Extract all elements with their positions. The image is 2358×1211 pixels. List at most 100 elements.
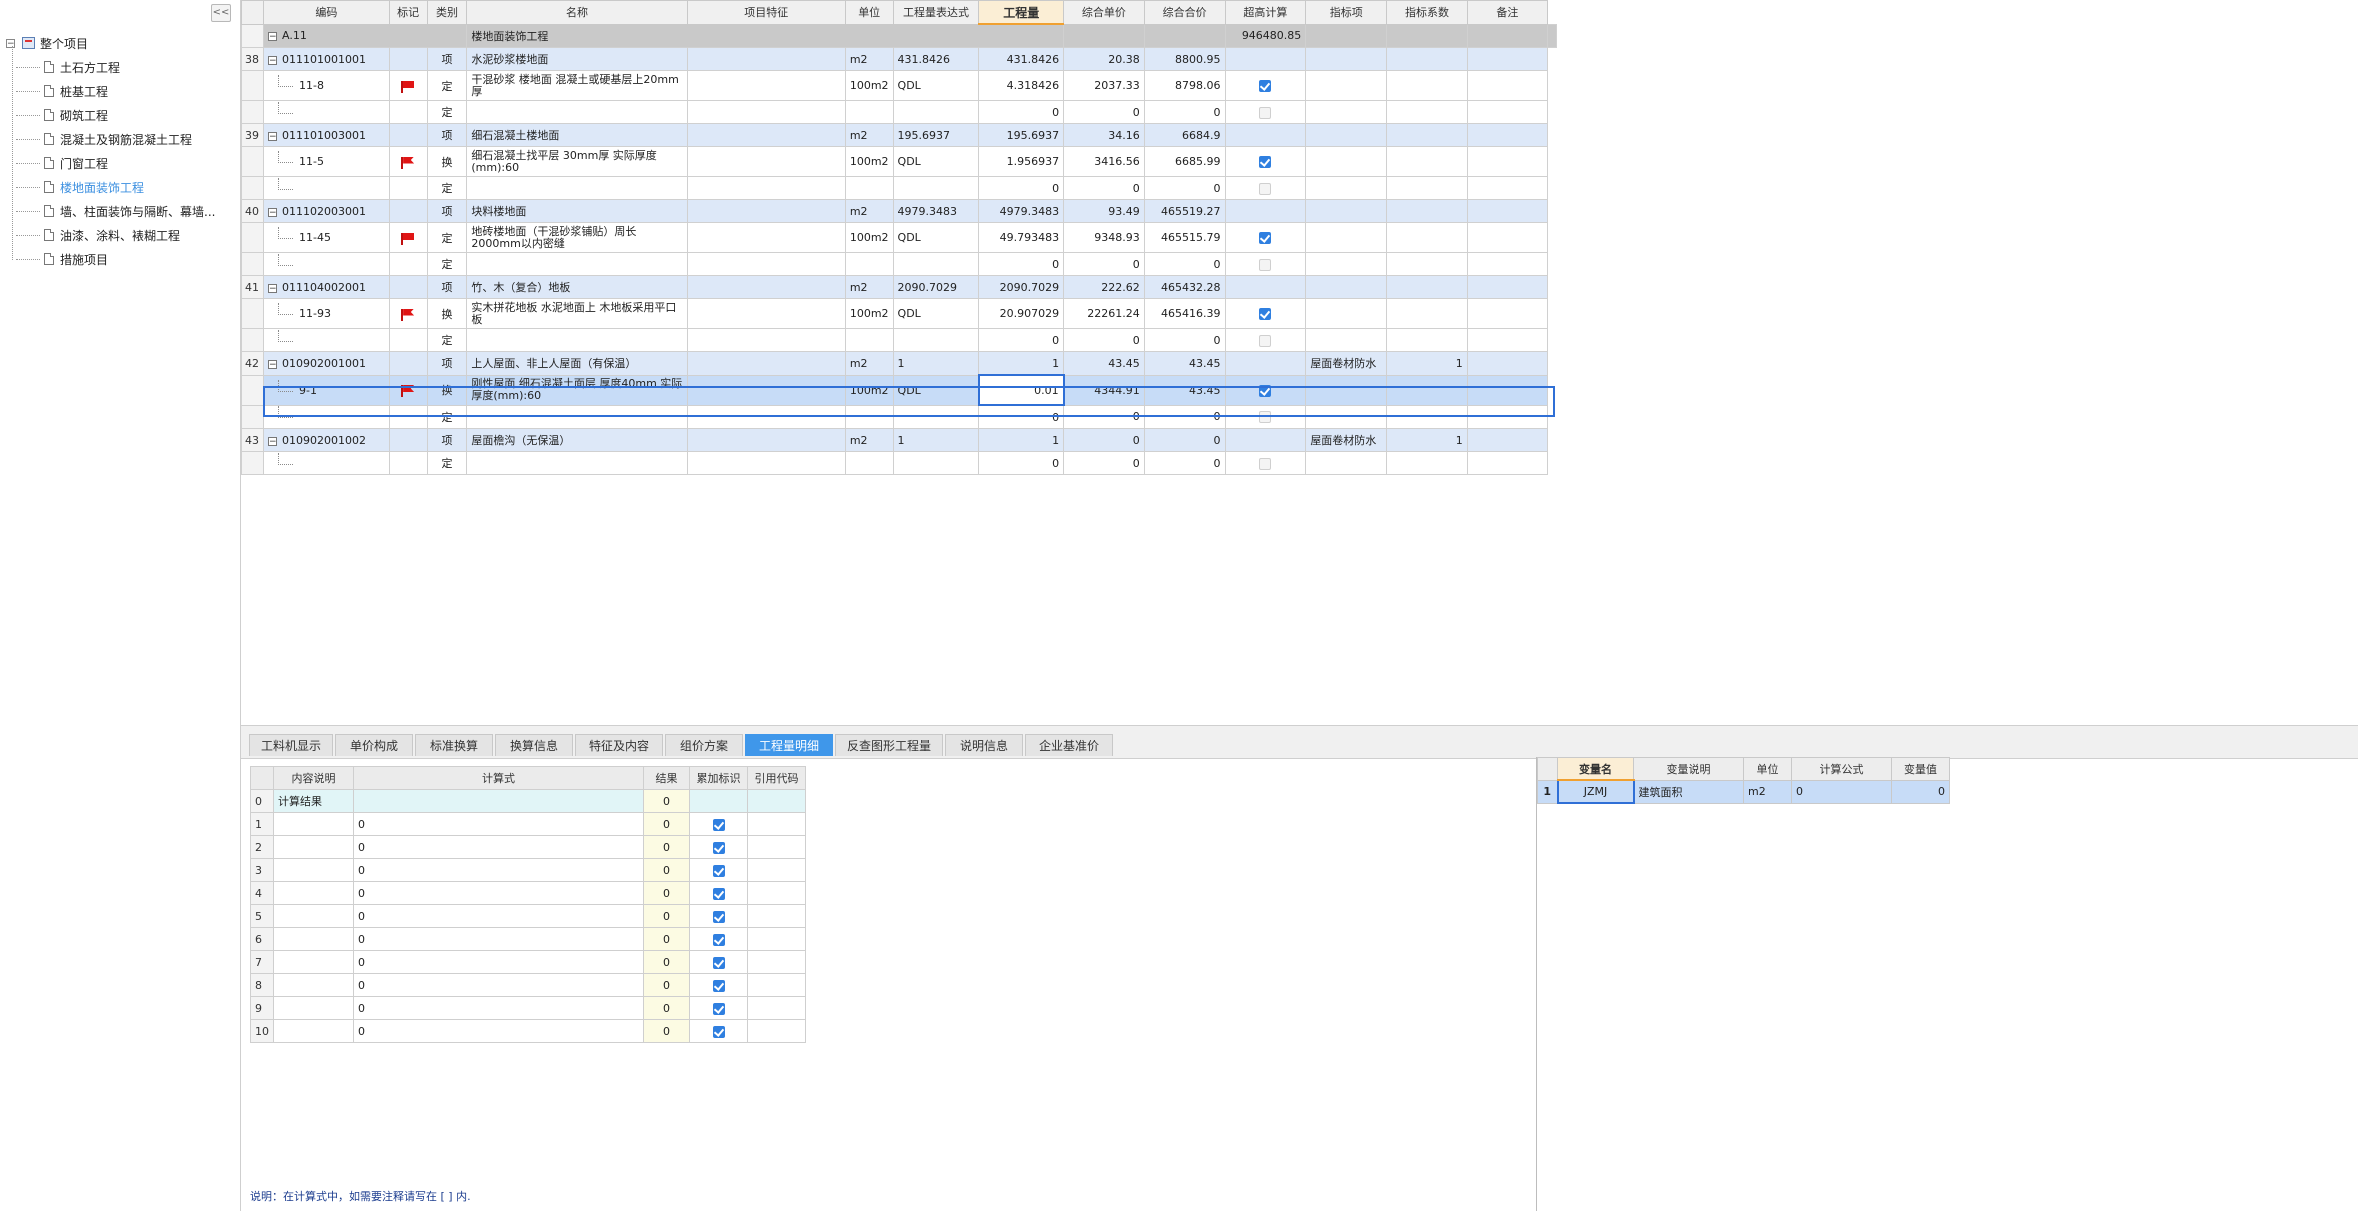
super-height-cell[interactable] <box>1224 351 1307 376</box>
category-cell[interactable]: 定 <box>426 176 468 200</box>
index-item-cell[interactable] <box>1305 123 1388 147</box>
bill-items-grid[interactable]: 编码 标记 类别 名称 项目特征 单位 工程量表达式 工程量 综合单价 综合合价 超高计算 指标项 指标… <box>241 0 1557 490</box>
quantity-expression-cell[interactable] <box>892 252 980 276</box>
name-cell[interactable]: 实木拼花地板 水泥地面上 木地板采用平口板 <box>466 298 688 329</box>
tree-node-4[interactable]: 门窗工程 <box>16 154 108 172</box>
feature-cell[interactable] <box>686 404 846 429</box>
bill-item-row[interactable]: 38−011101001001 项水泥砂浆楼地面 m2 431.8426 431.842… <box>241 47 1557 71</box>
quota-row[interactable]: 9-1 换刚性屋面 细石混凝土面层 厚度40mm 实际厚度(mm):60 100m2… <box>241 374 1557 406</box>
quantity-expression-cell[interactable] <box>892 100 980 124</box>
index-coef-cell[interactable] <box>1386 47 1468 71</box>
description-cell[interactable]: 计算结果 <box>273 789 354 813</box>
super-height-cell[interactable] <box>1224 404 1307 429</box>
name-cell[interactable]: 细石混凝土楼地面 <box>466 123 688 147</box>
bill-item-row[interactable]: 40−011102003001 项块料楼地面 m2 4979.3483 4979.348… <box>241 199 1557 223</box>
accumulate-cell[interactable] <box>689 927 748 951</box>
collapse-toggle-icon[interactable]: − <box>268 55 277 65</box>
tab-9[interactable]: 企业基准价 <box>1025 734 1113 756</box>
index-coef-cell[interactable] <box>1386 176 1468 200</box>
mark-cell[interactable] <box>388 199 428 223</box>
collapse-toggle-icon[interactable]: − <box>268 32 277 42</box>
index-coef-cell[interactable]: 1 <box>1386 428 1468 452</box>
description-cell[interactable] <box>273 858 354 882</box>
tab-8[interactable]: 说明信息 <box>945 734 1023 756</box>
reference-code-cell[interactable] <box>747 835 806 859</box>
unit-cell[interactable] <box>844 404 894 429</box>
accumulate-checkbox[interactable] <box>712 910 725 923</box>
category-cell[interactable]: 定 <box>426 222 468 253</box>
column-header[interactable]: 项目特征 <box>686 0 846 25</box>
column-header[interactable]: 编码 <box>263 0 390 25</box>
bill-item-row[interactable]: 43−010902001002 项屋面檐沟（无保温） m2 1 1 0 0 屋面卷材防水 1 <box>241 428 1557 452</box>
code-cell[interactable]: 11-93 <box>263 298 390 329</box>
variable-desc-cell[interactable]: 建筑面积 <box>1633 779 1744 804</box>
category-cell[interactable]: 项 <box>426 123 468 147</box>
name-cell[interactable] <box>466 100 688 124</box>
super-height-cell[interactable] <box>1224 146 1307 177</box>
index-item-cell[interactable] <box>1305 374 1388 406</box>
column-header[interactable]: 变量值 <box>1891 757 1950 781</box>
category-cell[interactable]: 项 <box>426 351 468 376</box>
index-coef-cell[interactable] <box>1386 451 1468 475</box>
quota-row[interactable]: 定000 <box>241 252 1557 276</box>
unit-cell[interactable] <box>844 252 894 276</box>
detail-row[interactable]: 7 00 <box>250 950 806 974</box>
remark-cell[interactable] <box>1466 176 1549 200</box>
mark-cell[interactable] <box>388 70 428 101</box>
quantity-cell[interactable]: 431.8426 <box>978 47 1065 71</box>
code-cell[interactable]: 9-1 <box>263 374 390 406</box>
index-item-cell[interactable] <box>1305 100 1388 124</box>
detail-row[interactable]: 6 00 <box>250 927 806 951</box>
unit-cell[interactable]: m2 <box>844 428 894 452</box>
quantity-expression-cell[interactable] <box>892 176 980 200</box>
column-header[interactable]: 计算式 <box>353 766 644 790</box>
index-item-cell[interactable] <box>1305 275 1388 299</box>
super-height-cell[interactable] <box>1224 328 1307 352</box>
reference-code-cell[interactable] <box>747 858 806 882</box>
remark-cell[interactable] <box>1466 351 1549 376</box>
code-cell[interactable]: −011104002001 <box>263 275 390 299</box>
mark-cell[interactable] <box>388 176 428 200</box>
quota-row[interactable]: 11-93 换实木拼花地板 水泥地面上 木地板采用平口板 100m2 QDL 20.90… <box>241 298 1557 329</box>
unit-cell[interactable]: 100m2 <box>844 298 894 329</box>
accumulate-cell[interactable] <box>689 789 748 813</box>
formula-cell[interactable]: 0 <box>353 973 644 997</box>
name-cell[interactable]: 干混砂浆 楼地面 混凝土或硬基层上20mm厚 <box>466 70 688 101</box>
remark-cell[interactable] <box>1466 252 1549 276</box>
feature-cell[interactable] <box>686 70 846 101</box>
remark-cell[interactable] <box>1466 123 1549 147</box>
column-header[interactable]: 单位 <box>1743 757 1792 781</box>
tree-node-0[interactable]: 土石方工程 <box>16 58 120 76</box>
tab-4[interactable]: 特征及内容 <box>575 734 663 756</box>
tab-6[interactable]: 工程量明细 <box>745 734 833 756</box>
quantity-cell[interactable]: 1.956937 <box>978 146 1065 177</box>
accumulate-checkbox[interactable] <box>712 818 725 831</box>
variable-name-cell[interactable]: JZMJ <box>1556 779 1635 804</box>
index-coef-cell[interactable] <box>1386 275 1468 299</box>
index-coef-cell[interactable] <box>1386 404 1468 429</box>
super-height-cell[interactable] <box>1224 70 1307 101</box>
mark-cell[interactable] <box>388 146 428 177</box>
description-cell[interactable] <box>273 996 354 1020</box>
accumulate-checkbox[interactable] <box>712 1025 725 1038</box>
category-cell[interactable]: 项 <box>426 275 468 299</box>
section-row[interactable]: − A.11 楼地面装饰工程 946480.85 <box>241 23 1557 48</box>
name-cell[interactable] <box>466 451 688 475</box>
super-height-checkbox[interactable] <box>1259 156 1272 168</box>
description-cell[interactable] <box>273 904 354 928</box>
collapse-toggle-icon[interactable]: − <box>6 38 15 48</box>
category-cell[interactable]: 项 <box>426 199 468 223</box>
detail-row[interactable]: 0 计算结果 0 <box>250 789 806 813</box>
column-header[interactable]: 引用代码 <box>747 766 806 790</box>
code-cell[interactable]: −011101003001 <box>263 123 390 147</box>
quantity-expression-cell[interactable]: 4979.3483 <box>892 199 980 223</box>
feature-cell[interactable] <box>686 146 846 177</box>
code-cell[interactable]: 11-5 <box>263 146 390 177</box>
code-cell[interactable]: 11-8 <box>263 70 390 101</box>
index-coef-cell[interactable] <box>1386 123 1468 147</box>
category-cell[interactable]: 定 <box>426 328 468 352</box>
description-cell[interactable] <box>273 1019 354 1043</box>
remark-cell[interactable] <box>1466 374 1549 406</box>
mark-cell[interactable] <box>388 298 428 329</box>
index-item-cell[interactable] <box>1305 451 1388 475</box>
